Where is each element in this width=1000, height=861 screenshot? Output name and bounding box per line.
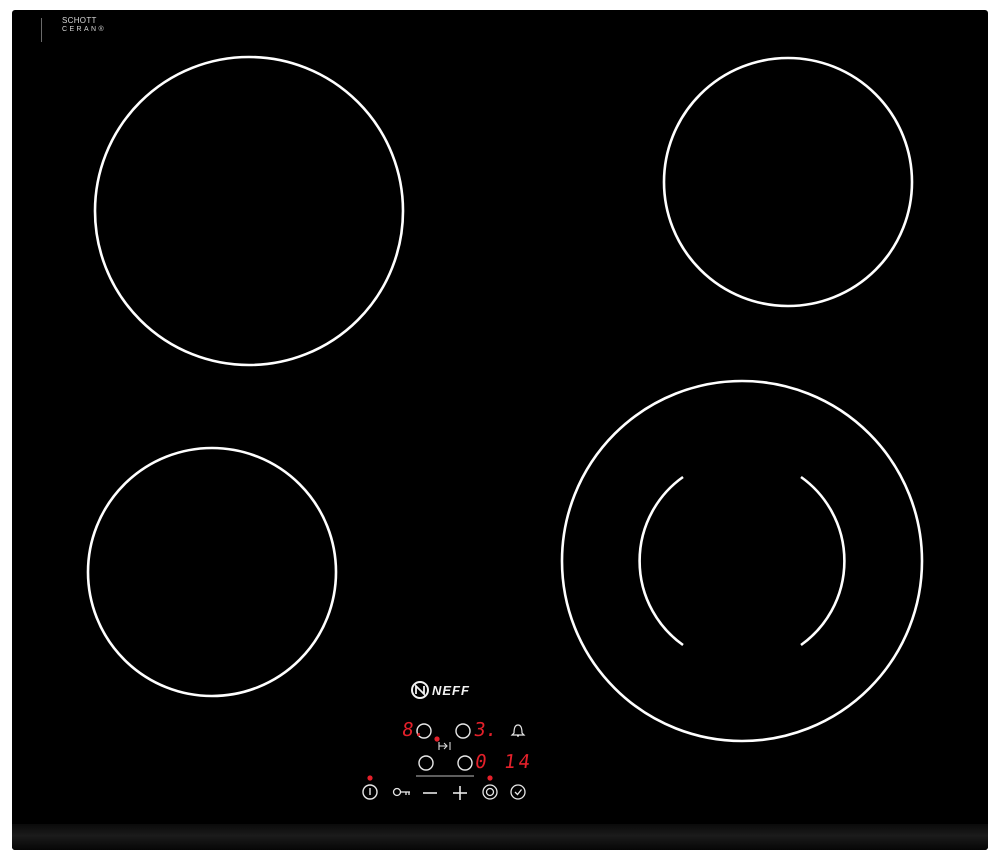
minus-button[interactable] (417, 780, 443, 806)
zone-select-right-button[interactable] (450, 718, 476, 744)
zone-right-level-display: 3. (472, 719, 499, 741)
neff-logo-text: NEFF (432, 682, 470, 698)
plus-button[interactable] (447, 780, 473, 806)
ceran-logo-line-1: SCHOTT (62, 16, 97, 25)
schott-ceran-logo: SCHOTT CERAN® (41, 16, 107, 42)
cooking-zone-back-left (93, 55, 405, 367)
zone-select-left-button[interactable] (411, 718, 437, 744)
cooking-zone-front-right-inner-right (800, 475, 846, 647)
cooking-zone-back-right (662, 56, 914, 308)
zone-select-front-left-button[interactable] (413, 750, 439, 776)
cooking-zone-front-left (86, 446, 338, 698)
ceran-logo-line-2: CERAN® (62, 26, 107, 33)
zone-select-front-right-button[interactable] (452, 750, 478, 776)
cooking-zones (86, 55, 924, 743)
clock-button[interactable] (505, 779, 531, 805)
cooking-zone-front-right-inner-left (638, 475, 684, 647)
cooking-zone-front-right-outer (560, 379, 924, 743)
timer-display: 14 (502, 751, 535, 773)
cooktop-front-edge (12, 824, 988, 850)
alarm-button[interactable] (505, 718, 531, 744)
logo-divider (41, 18, 42, 42)
neff-logo: NEFF (410, 679, 470, 701)
child-lock-button[interactable] (389, 779, 415, 805)
timer-button[interactable] (477, 779, 503, 805)
cooktop-glass: SCHOTT CERAN® NEFF 8. 3. 0 14 (12, 10, 988, 850)
power-button[interactable] (357, 779, 383, 805)
neff-logo-mark-icon (411, 681, 429, 699)
